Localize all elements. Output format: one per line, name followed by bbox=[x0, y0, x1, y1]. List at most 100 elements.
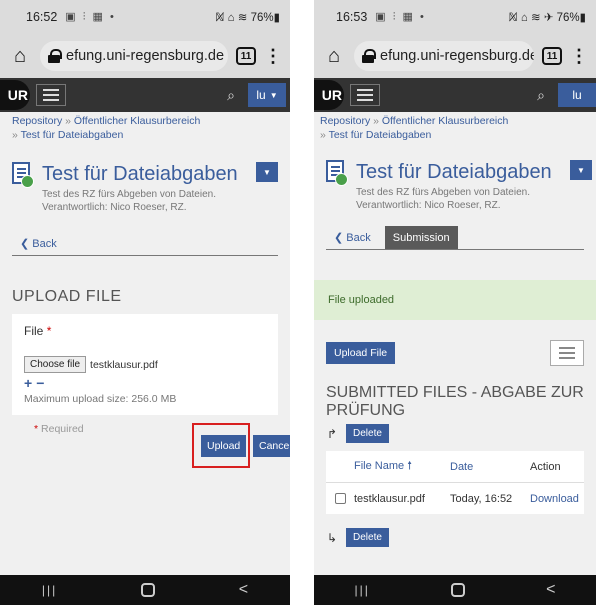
breadcrumb-current[interactable]: Test für Dateiabgaben bbox=[21, 129, 124, 141]
search-icon[interactable]: ⌕ bbox=[218, 82, 244, 108]
ur-logo[interactable]: UR bbox=[0, 80, 30, 110]
status-time: 16:53 bbox=[336, 10, 368, 24]
browser-menu-icon[interactable]: ⋮ bbox=[264, 46, 282, 67]
breadcrumb-public-area[interactable]: Öffentlicher Klausurbereich bbox=[74, 115, 200, 127]
chevron-left-icon: ❮ bbox=[334, 232, 347, 244]
breadcrumb-separator: » bbox=[373, 115, 379, 127]
back-link[interactable]: ❮ Back bbox=[326, 231, 379, 249]
minus-icon[interactable]: − bbox=[36, 375, 48, 391]
upload-toolbar: Upload File bbox=[326, 340, 584, 366]
required-star: * bbox=[46, 324, 52, 338]
home-button-icon[interactable] bbox=[141, 583, 155, 597]
submitted-files-heading: SUBMITTED FILES - ABGABE ZUR PRÜFUNG bbox=[326, 384, 584, 419]
upload-highlight-box bbox=[192, 423, 250, 468]
lock-icon bbox=[48, 49, 62, 63]
upload-file-heading: UPLOAD FILE bbox=[12, 288, 122, 305]
tab-switcher-icon[interactable]: 11 bbox=[236, 47, 256, 65]
table-header: File Name 🠕 Date Action bbox=[326, 451, 584, 483]
home-icon[interactable]: ⌂ bbox=[8, 45, 32, 68]
upload-file-button[interactable]: Upload File bbox=[326, 342, 396, 364]
chosen-file-name: testklausur.pdf bbox=[90, 358, 158, 371]
phone-screen-upload: 16:52 ▣ ⫶ ▦ • ℕ̸ ⌂ ≋ 76%▮ ⌂ efung.uni-re… bbox=[0, 0, 290, 605]
table-row: testklausur.pdf Today, 16:52 Download bbox=[326, 483, 584, 514]
ur-logo[interactable]: UR bbox=[314, 80, 344, 110]
back-label: Back bbox=[346, 232, 371, 244]
user-initials: lu bbox=[256, 88, 266, 102]
lock-icon bbox=[362, 49, 376, 63]
bulk-actions-bottom: ↳ Delete bbox=[326, 528, 584, 547]
max-upload-size: Maximum upload size: 256.0 MB bbox=[24, 393, 177, 405]
assignment-icon bbox=[12, 162, 34, 188]
breadcrumb-separator: » bbox=[65, 115, 71, 127]
breadcrumb-current[interactable]: Test für Dateiabgaben bbox=[329, 129, 432, 141]
plus-icon[interactable]: + bbox=[24, 375, 36, 391]
description-text: Test des RZ fürs Abgeben von Dateien. bbox=[356, 187, 530, 198]
responsible-text: Verantwortlich: Nico Roeser, RZ. bbox=[42, 202, 187, 213]
app-header: UR ⌕ lu bbox=[314, 78, 596, 112]
view-options-icon[interactable] bbox=[550, 340, 584, 366]
breadcrumb: Repository » Öffentlicher Klausurbereich… bbox=[0, 114, 290, 142]
breadcrumb-repository[interactable]: Repository bbox=[320, 115, 370, 127]
back-icon[interactable]: < bbox=[239, 581, 248, 599]
recent-apps-icon[interactable]: ||| bbox=[42, 583, 57, 597]
column-date[interactable]: Date bbox=[450, 461, 530, 473]
url-text: efung.uni-regensburg.de bbox=[380, 48, 534, 64]
tab-submission[interactable]: Submission bbox=[384, 226, 458, 249]
home-button-icon[interactable] bbox=[451, 583, 465, 597]
actions-dropdown-button[interactable]: ▼ bbox=[570, 160, 592, 180]
form-footer: * Required Upload Cancel bbox=[0, 423, 290, 483]
page-title: Test für Dateiabgaben bbox=[356, 161, 552, 183]
user-menu-button[interactable]: lu bbox=[558, 83, 596, 107]
delete-button-top[interactable]: Delete bbox=[346, 424, 389, 443]
back-label: Back bbox=[32, 238, 57, 250]
url-field[interactable]: efung.uni-regensburg.de bbox=[354, 41, 534, 71]
assignment-icon bbox=[326, 160, 348, 186]
breadcrumb-repository[interactable]: Repository bbox=[12, 115, 62, 127]
notification-icons: ▣ ⫶ ▦ • bbox=[65, 11, 116, 23]
status-bar: 16:53 ▣ ⫶ ▦ • ℕ̸ ⌂ ≋ ✈ 76%▮ bbox=[314, 0, 596, 34]
back-link[interactable]: ❮ Back bbox=[12, 237, 65, 255]
system-status-icons: ℕ̸ ⌂ ≋ 76%▮ bbox=[215, 12, 280, 24]
chevron-left-icon: ❮ bbox=[20, 238, 33, 250]
select-all-arrow-icon: ↳ bbox=[326, 530, 338, 545]
home-icon[interactable]: ⌂ bbox=[322, 45, 346, 68]
hamburger-menu-button[interactable] bbox=[350, 84, 380, 106]
cancel-button[interactable]: Cancel bbox=[253, 435, 290, 457]
android-nav-bar: ||| < bbox=[314, 575, 596, 605]
search-icon[interactable]: ⌕ bbox=[528, 82, 554, 108]
user-initials: lu bbox=[572, 88, 582, 102]
breadcrumb-separator: » bbox=[12, 129, 18, 141]
url-text: efung.uni-regensburg.de bbox=[66, 48, 225, 64]
submitted-files-table: File Name 🠕 Date Action testklausur.pdf … bbox=[326, 451, 584, 514]
page-content: Repository » Öffentlicher Klausurbereich… bbox=[0, 112, 290, 575]
file-label-text: File bbox=[24, 324, 44, 338]
upload-form: File * Choose file testklausur.pdf +− Ma… bbox=[12, 314, 278, 415]
column-file-name[interactable]: File Name 🠕 bbox=[354, 457, 450, 476]
breadcrumb: Repository » Öffentlicher Klausurbereich… bbox=[314, 114, 596, 142]
tab-bar: ❮ Back Submission bbox=[326, 226, 584, 250]
bulk-actions-top: ↱ Delete bbox=[326, 424, 584, 443]
file-label: File * bbox=[24, 324, 266, 338]
browser-menu-icon[interactable]: ⋮ bbox=[570, 46, 588, 67]
url-field[interactable]: efung.uni-regensburg.de bbox=[40, 41, 228, 71]
user-menu-button[interactable]: lu ▼ bbox=[248, 83, 286, 107]
phone-screen-submitted: 16:53 ▣ ⫶ ▦ • ℕ̸ ⌂ ≋ ✈ 76%▮ ⌂ efung.uni-… bbox=[314, 0, 596, 605]
responsible-text: Verantwortlich: Nico Roeser, RZ. bbox=[356, 200, 501, 211]
system-status-icons: ℕ̸ ⌂ ≋ ✈ 76%▮ bbox=[508, 12, 586, 24]
caret-down-icon: ▼ bbox=[269, 90, 278, 100]
file-name-cell: testklausur.pdf bbox=[354, 492, 425, 505]
delete-button-bottom[interactable]: Delete bbox=[346, 528, 389, 547]
breadcrumb-public-area[interactable]: Öffentlicher Klausurbereich bbox=[382, 115, 508, 127]
recent-apps-icon[interactable]: ||| bbox=[355, 583, 370, 597]
add-remove-controls: +− bbox=[24, 375, 266, 391]
browser-toolbar: ⌂ efung.uni-regensburg.de 11 ⋮ bbox=[314, 34, 596, 78]
row-checkbox[interactable] bbox=[334, 493, 346, 504]
back-icon[interactable]: < bbox=[546, 581, 555, 599]
column-action: Action bbox=[530, 460, 561, 473]
choose-file-button[interactable]: Choose file bbox=[24, 356, 87, 373]
download-link[interactable]: Download bbox=[530, 493, 584, 505]
select-all-arrow-icon: ↱ bbox=[326, 426, 338, 441]
actions-dropdown-button[interactable]: ▼ bbox=[256, 162, 278, 182]
hamburger-menu-button[interactable] bbox=[36, 84, 66, 106]
tab-switcher-icon[interactable]: 11 bbox=[542, 47, 562, 65]
